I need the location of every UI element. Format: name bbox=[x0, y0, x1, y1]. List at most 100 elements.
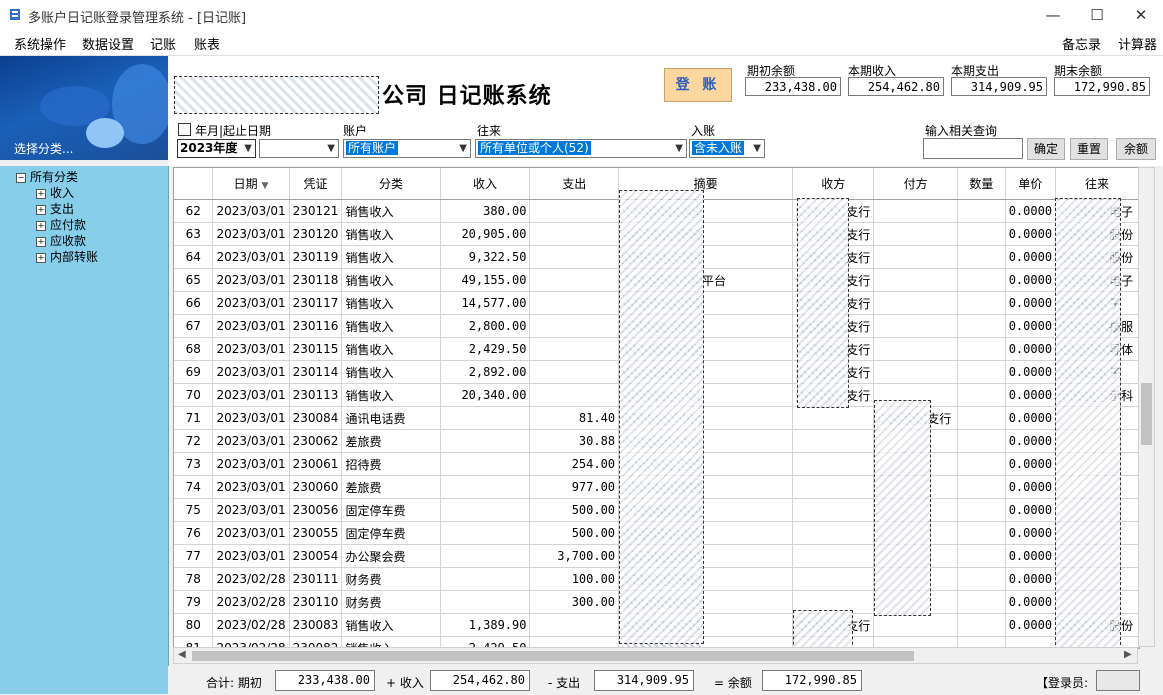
cell-date[interactable]: 2023/03/01 bbox=[212, 291, 290, 315]
cell-quantity[interactable] bbox=[957, 383, 1006, 407]
cell-category[interactable]: 销售收入 bbox=[341, 360, 441, 384]
ledger-grid[interactable]: 日期 ▼ 凭证 分类 收入 支出 摘要 收方 付方 数量 单价 往来 62 202… bbox=[173, 167, 1140, 649]
cell-unit-price[interactable]: 0.0000 bbox=[1005, 590, 1057, 614]
cell-unit-price[interactable]: 0.0000 bbox=[1005, 452, 1057, 476]
cell-date[interactable]: 2023/02/28 bbox=[212, 567, 290, 591]
cell-expense[interactable] bbox=[529, 222, 620, 246]
cell-unit-price[interactable]: 0.0000 bbox=[1005, 567, 1057, 591]
cell-voucher[interactable]: 230084 bbox=[289, 406, 343, 430]
cell-expense[interactable]: 81.40 bbox=[529, 406, 620, 430]
cell-income[interactable] bbox=[440, 498, 531, 522]
maximize-button[interactable]: ☐ bbox=[1074, 0, 1120, 30]
menu-calculator[interactable]: 计算器 bbox=[1118, 34, 1157, 53]
cell-payer[interactable] bbox=[873, 360, 959, 384]
cell-receiver[interactable] bbox=[792, 406, 875, 430]
cell-rownum[interactable]: 79 bbox=[174, 590, 214, 614]
cell-category[interactable]: 销售收入 bbox=[341, 268, 441, 292]
cell-expense[interactable]: 30.88 bbox=[529, 429, 620, 453]
cell-receiver[interactable] bbox=[792, 544, 875, 568]
cell-income[interactable]: 14,577.00 bbox=[440, 291, 531, 315]
cell-expense[interactable]: 500.00 bbox=[529, 498, 620, 522]
cell-income[interactable] bbox=[440, 452, 531, 476]
cell-voucher[interactable]: 230114 bbox=[289, 360, 343, 384]
cell-quantity[interactable] bbox=[957, 567, 1006, 591]
cell-payer[interactable] bbox=[873, 337, 959, 361]
cell-expense[interactable] bbox=[529, 268, 620, 292]
cell-voucher[interactable]: 230117 bbox=[289, 291, 343, 315]
cell-expense[interactable] bbox=[529, 613, 620, 637]
cell-unit-price[interactable]: 0.0000 bbox=[1005, 199, 1057, 223]
cell-expense[interactable] bbox=[529, 337, 620, 361]
cell-quantity[interactable] bbox=[957, 245, 1006, 269]
cell-rownum[interactable]: 80 bbox=[174, 613, 214, 637]
cell-unit-price[interactable]: 0.0000 bbox=[1005, 222, 1057, 246]
cell-income[interactable] bbox=[440, 406, 531, 430]
cell-rownum[interactable]: 74 bbox=[174, 475, 214, 499]
cell-expense[interactable] bbox=[529, 291, 620, 315]
col-category[interactable]: 分类 bbox=[341, 168, 441, 200]
cell-unit-price[interactable]: 0.0000 bbox=[1005, 613, 1057, 637]
cell-rownum[interactable]: 75 bbox=[174, 498, 214, 522]
cell-voucher[interactable]: 230083 bbox=[289, 613, 343, 637]
col-income[interactable]: 收入 bbox=[440, 168, 531, 200]
cell-category[interactable]: 招待费 bbox=[341, 452, 441, 476]
cell-unit-price[interactable]: 0.0000 bbox=[1005, 337, 1057, 361]
cell-rownum[interactable]: 70 bbox=[174, 383, 214, 407]
cell-expense[interactable]: 100.00 bbox=[529, 567, 620, 591]
cell-payer[interactable] bbox=[873, 613, 959, 637]
cell-date[interactable]: 2023/03/01 bbox=[212, 429, 290, 453]
cell-expense[interactable]: 3,700.00 bbox=[529, 544, 620, 568]
cell-receiver[interactable] bbox=[792, 498, 875, 522]
cell-category[interactable]: 销售收入 bbox=[341, 222, 441, 246]
menu-data-settings[interactable]: 数据设置 bbox=[82, 34, 134, 53]
cell-rownum[interactable]: 69 bbox=[174, 360, 214, 384]
cell-unit-price[interactable]: 0.0000 bbox=[1005, 314, 1057, 338]
cell-voucher[interactable]: 230062 bbox=[289, 429, 343, 453]
cell-unit-price[interactable]: 0.0000 bbox=[1005, 429, 1057, 453]
cell-unit-price[interactable]: 0.0000 bbox=[1005, 268, 1057, 292]
horizontal-scrollbar[interactable]: ◀ ▶ bbox=[173, 647, 1138, 664]
cell-expense[interactable]: 300.00 bbox=[529, 590, 620, 614]
cell-category[interactable]: 销售收入 bbox=[341, 245, 441, 269]
cell-quantity[interactable] bbox=[957, 544, 1006, 568]
cell-date[interactable]: 2023/03/01 bbox=[212, 245, 290, 269]
cell-date[interactable]: 2023/03/01 bbox=[212, 406, 290, 430]
cell-expense[interactable] bbox=[529, 383, 620, 407]
cell-quantity[interactable] bbox=[957, 199, 1006, 223]
cell-unit-price[interactable]: 0.0000 bbox=[1005, 544, 1057, 568]
cell-date[interactable]: 2023/03/01 bbox=[212, 521, 290, 545]
cell-income[interactable] bbox=[440, 521, 531, 545]
cell-rownum[interactable]: 77 bbox=[174, 544, 214, 568]
vertical-scroll-thumb[interactable] bbox=[1141, 383, 1152, 445]
expand-icon[interactable]: + bbox=[36, 188, 46, 199]
minimize-button[interactable]: — bbox=[1030, 0, 1076, 30]
scroll-right-icon[interactable]: ▶ bbox=[1124, 649, 1132, 660]
cell-category[interactable]: 固定停车费 bbox=[341, 521, 441, 545]
cell-unit-price[interactable]: 0.0000 bbox=[1005, 360, 1057, 384]
cell-income[interactable] bbox=[440, 475, 531, 499]
cell-income[interactable]: 2,429.50 bbox=[440, 337, 531, 361]
tree-item-payable[interactable]: + 应付款 bbox=[36, 216, 86, 233]
cell-income[interactable] bbox=[440, 590, 531, 614]
cell-rownum[interactable]: 67 bbox=[174, 314, 214, 338]
cell-income[interactable] bbox=[440, 544, 531, 568]
cell-income[interactable]: 380.00 bbox=[440, 199, 531, 223]
cell-date[interactable]: 2023/03/01 bbox=[212, 452, 290, 476]
cell-rownum[interactable]: 72 bbox=[174, 429, 214, 453]
cell-voucher[interactable]: 230111 bbox=[289, 567, 343, 591]
balance-button[interactable]: 余额 bbox=[1116, 138, 1156, 160]
cell-voucher[interactable]: 230055 bbox=[289, 521, 343, 545]
vertical-scrollbar[interactable] bbox=[1138, 167, 1155, 647]
cell-date[interactable]: 2023/03/01 bbox=[212, 222, 290, 246]
cell-unit-price[interactable]: 0.0000 bbox=[1005, 475, 1057, 499]
expand-icon[interactable]: + bbox=[36, 252, 46, 263]
cell-category[interactable]: 销售收入 bbox=[341, 383, 441, 407]
cell-date[interactable]: 2023/02/28 bbox=[212, 590, 290, 614]
entry-select[interactable]: 含未入账 ▼ bbox=[689, 139, 765, 158]
cell-date[interactable]: 2023/03/01 bbox=[212, 383, 290, 407]
date-picker[interactable]: ▼ bbox=[259, 139, 339, 158]
confirm-button[interactable]: 确定 bbox=[1027, 138, 1065, 160]
cell-receiver[interactable] bbox=[792, 567, 875, 591]
cell-voucher[interactable]: 230115 bbox=[289, 337, 343, 361]
post-entry-button[interactable]: 登 账 bbox=[664, 68, 732, 102]
